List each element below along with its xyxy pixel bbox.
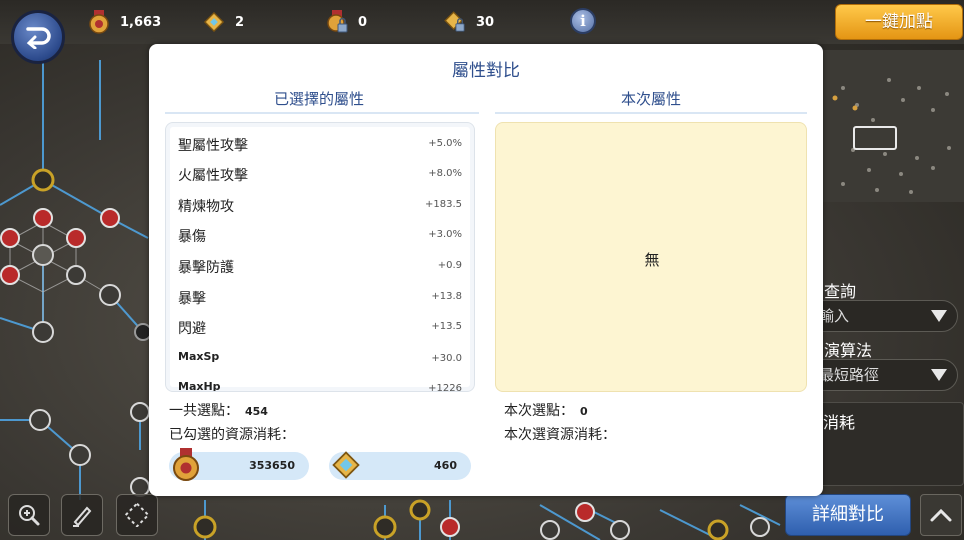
attribute-value: +5.0% (428, 138, 462, 149)
query-input-placeholder: 輸入 (819, 307, 850, 325)
crystal-icon (332, 451, 360, 479)
medal-icon (173, 448, 199, 481)
attribute-name: 暴傷 (178, 229, 206, 245)
dropdown-arrow-icon[interactable] (931, 369, 947, 381)
selected-cost-crystal-value: 460 (434, 459, 457, 472)
minimap-viewport-frame[interactable] (853, 126, 897, 150)
current-points-label: 本次選點： (504, 403, 574, 419)
current-cost-label: 本次選資源消耗： (504, 427, 616, 443)
algorithm-label: 演算法 (824, 341, 873, 360)
selected-attributes-list[interactable]: 聖屬性攻擊 +5.0% 火屬性攻擊 +8.0% 精煉物攻 +183.5 暴傷 +… (165, 122, 475, 392)
list-item: 暴擊 +13.8 (178, 288, 462, 318)
resource-locked-crystal-value: 30 (476, 14, 495, 30)
resource-medal: 1,663 (88, 8, 161, 36)
list-item: MaxHp +1226 (178, 380, 462, 392)
attribute-name: 暴擊防護 (178, 260, 234, 276)
chevron-up-icon (930, 508, 952, 522)
attribute-value: +8.0% (428, 168, 462, 179)
total-points: 一共選點： 454 (169, 400, 268, 420)
attribute-name: MaxSp (178, 350, 220, 363)
selected-cost-medal: 353650 (169, 448, 309, 481)
crystal-icon (203, 11, 225, 33)
select-area-button[interactable] (116, 494, 158, 536)
dropdown-arrow-icon[interactable] (931, 310, 947, 322)
auto-assign-button[interactable]: 一鍵加點 (835, 4, 963, 40)
resource-crystal: 2 (203, 8, 244, 36)
locked-crystal-icon (444, 11, 465, 32)
cost-label: 消耗 (823, 413, 856, 432)
selected-cost-label: 已勾選的資源消耗： (169, 427, 295, 443)
algorithm-select[interactable]: 最短路徑 (808, 359, 958, 391)
attribute-value: +183.5 (424, 199, 462, 210)
medal-icon (89, 10, 109, 34)
list-item: 閃避 +13.5 (178, 318, 462, 348)
locked-medal-icon (327, 10, 348, 33)
scroll-up-button[interactable] (920, 494, 962, 536)
attribute-name: 閃避 (178, 321, 206, 337)
attribute-value: +0.9 (437, 260, 462, 271)
current-attributes-title: 本次屬性 (620, 90, 681, 108)
resource-crystal-value: 2 (235, 14, 245, 30)
detail-compare-button[interactable]: 詳細對比 (785, 494, 911, 536)
back-button[interactable] (11, 10, 65, 64)
attribute-name: 聖屬性攻擊 (178, 138, 248, 154)
list-item: 精煉物攻 +183.5 (178, 196, 462, 226)
list-item: MaxSp +30.0 (178, 350, 462, 380)
attribute-value: +13.8 (431, 291, 462, 302)
current-points: 本次選點： 0 (504, 400, 588, 420)
attribute-value: +1226 (428, 383, 462, 392)
current-attributes-box: 無 (495, 122, 807, 392)
dialog-title: 屬性對比 (452, 61, 520, 81)
resource-locked-medal: 0 (326, 8, 367, 36)
attribute-name: MaxHp (178, 380, 221, 392)
query-input[interactable]: 輸入 (808, 300, 958, 332)
current-points-value: 0 (580, 405, 588, 418)
divider (165, 112, 479, 114)
dotted-select-icon (125, 503, 149, 527)
info-button[interactable]: i (570, 8, 596, 34)
zoom-button[interactable] (8, 494, 50, 536)
pencil-icon (73, 506, 92, 527)
attribute-compare-dialog: 屬性對比 已選擇的屬性 本次屬性 聖屬性攻擊 +5.0% 火屬性攻擊 +8.0%… (149, 44, 823, 496)
selected-cost-medal-value: 353650 (249, 459, 295, 472)
attribute-value: +3.0% (428, 229, 462, 240)
resource-locked-crystal: 30 (444, 8, 494, 36)
list-item: 火屬性攻擊 +8.0% (178, 165, 462, 195)
attribute-name: 暴擊 (178, 291, 206, 307)
attribute-value: +30.0 (431, 353, 462, 364)
magnifier-plus-icon (19, 505, 40, 526)
top-resource-bar: 1,663 2 0 30 i 一鍵加點 (0, 0, 964, 44)
total-points-label: 一共選點： (169, 403, 239, 419)
list-item: 暴傷 +3.0% (178, 226, 462, 256)
attribute-value: +13.5 (431, 321, 462, 332)
back-arrow-icon (26, 27, 51, 49)
list-item: 聖屬性攻擊 +5.0% (178, 135, 462, 165)
attribute-name: 火屬性攻擊 (178, 168, 248, 184)
list-item: 暴擊防護 +0.9 (178, 257, 462, 287)
empty-state-text: 無 (644, 251, 660, 269)
algorithm-select-value: 最短路徑 (819, 366, 880, 384)
resource-locked-medal-value: 0 (358, 14, 368, 30)
resource-medal-value: 1,663 (120, 14, 162, 30)
divider (495, 112, 807, 114)
total-points-value: 454 (245, 405, 268, 418)
selected-attributes-title: 已選擇的屬性 (273, 90, 364, 108)
edit-button[interactable] (61, 494, 103, 536)
selected-cost-crystal: 460 (329, 451, 471, 480)
attribute-name: 精煉物攻 (178, 199, 234, 215)
query-label: 查詢 (824, 282, 857, 301)
cost-panel: 消耗 (808, 402, 964, 486)
